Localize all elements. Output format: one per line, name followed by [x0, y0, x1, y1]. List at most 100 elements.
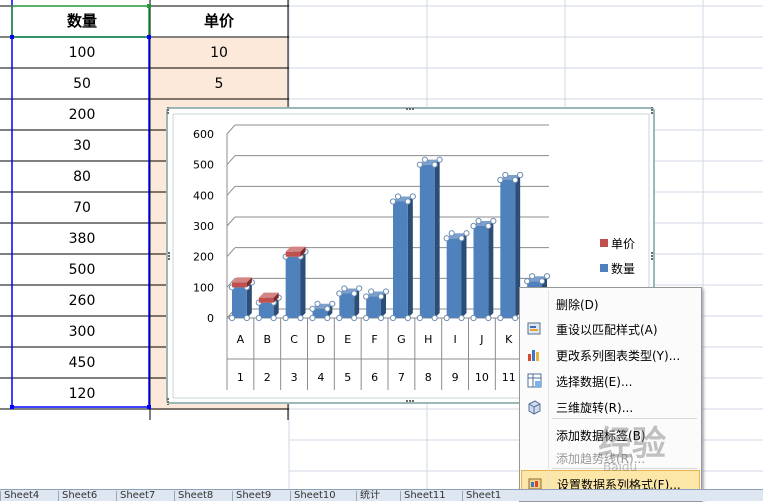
series-selection-handle[interactable]: [524, 278, 531, 285]
series-selection-handle[interactable]: [336, 314, 343, 322]
series-selection-handle[interactable]: [416, 314, 423, 322]
bar[interactable]: [473, 221, 494, 318]
resize-handle[interactable]: [406, 108, 414, 110]
menu-item-label: 更改系列图表类型(Y)...: [556, 349, 681, 363]
series-selection-handle[interactable]: [363, 314, 370, 322]
series-selection-handle[interactable]: [243, 314, 250, 322]
series-selection-handle[interactable]: [421, 156, 428, 163]
y-tick-label: 0: [207, 312, 214, 325]
series-selection-handle[interactable]: [470, 222, 477, 230]
legend-swatch-price: [600, 239, 608, 247]
x-category-label: J: [479, 333, 483, 346]
series-selection-handle[interactable]: [490, 217, 497, 225]
quantity-cell[interactable]: 200: [14, 100, 150, 131]
quantity-cell[interactable]: 30: [14, 131, 150, 162]
series-selection-handle[interactable]: [282, 314, 289, 322]
series-selection-handle[interactable]: [475, 217, 482, 225]
series-selection-handle[interactable]: [409, 193, 416, 200]
series-selection-handle[interactable]: [336, 290, 343, 297]
series-selection-handle[interactable]: [431, 314, 438, 322]
rotate-3d-icon: [526, 398, 543, 415]
series-selection-handle[interactable]: [497, 176, 504, 184]
series-selection-handle[interactable]: [404, 198, 411, 205]
legend-label-price: 单价: [611, 237, 635, 251]
menu-gutter-line: [548, 290, 549, 497]
quantity-cell[interactable]: 100: [14, 38, 150, 69]
series-selection-handle[interactable]: [448, 230, 455, 237]
quantity-cell[interactable]: 450: [14, 348, 150, 379]
x-subcategory-label: 4: [317, 371, 324, 384]
series-selection-handle[interactable]: [470, 314, 477, 322]
quantity-cell[interactable]: 120: [14, 379, 150, 410]
series-selection-handle[interactable]: [538, 278, 546, 285]
series-selection-handle[interactable]: [377, 314, 385, 322]
series-selection-handle[interactable]: [517, 171, 524, 179]
x-category-label: K: [505, 333, 513, 346]
series-selection-handle[interactable]: [502, 171, 509, 179]
series-selection-handle[interactable]: [351, 314, 358, 322]
bar[interactable]: [285, 251, 306, 318]
series-selection-handle[interactable]: [512, 176, 519, 184]
series-selection-handle[interactable]: [309, 314, 316, 322]
series-selection-handle[interactable]: [436, 156, 443, 163]
bar[interactable]: [500, 175, 521, 318]
price-cell[interactable]: 10: [151, 38, 287, 69]
series-selection-handle[interactable]: [458, 314, 465, 322]
series-selection-handle[interactable]: [443, 235, 450, 242]
series-selection-handle[interactable]: [485, 314, 492, 322]
column-header-price[interactable]: 单价: [151, 6, 287, 37]
series-selection-handle[interactable]: [351, 290, 358, 297]
series-selection-handle[interactable]: [404, 314, 411, 322]
series-selection-handle[interactable]: [485, 222, 492, 230]
bar[interactable]: [419, 159, 440, 318]
quantity-cell[interactable]: 380: [14, 224, 150, 255]
series-selection-handle[interactable]: [309, 305, 316, 312]
quantity-cell[interactable]: 300: [14, 317, 150, 348]
series-selection-handle[interactable]: [382, 288, 390, 295]
watermark-brand-text: Baidu: [603, 460, 638, 474]
series-selection-handle[interactable]: [512, 314, 519, 322]
series-selection-handle[interactable]: [270, 314, 277, 322]
resize-handle[interactable]: [406, 400, 414, 402]
series-selection-handle[interactable]: [324, 305, 331, 312]
quantity-cell[interactable]: 500: [14, 255, 150, 286]
legend-label-quantity: 数量: [611, 261, 635, 276]
series-selection-handle[interactable]: [228, 314, 236, 322]
column-header-quantity[interactable]: 数量: [14, 6, 150, 37]
price-cell[interactable]: 5: [151, 69, 287, 100]
series-selection-handle[interactable]: [458, 235, 465, 242]
series-selection-handle[interactable]: [389, 314, 397, 322]
series-selection-handle[interactable]: [341, 285, 348, 292]
series-selection-handle[interactable]: [529, 273, 536, 280]
resize-handle[interactable]: [651, 252, 653, 260]
series-selection-handle[interactable]: [394, 193, 402, 200]
series-selection-handle[interactable]: [431, 161, 438, 168]
quantity-cell[interactable]: 50: [14, 69, 150, 100]
series-selection-handle[interactable]: [363, 293, 370, 300]
series-selection-handle[interactable]: [368, 288, 375, 295]
resize-handle[interactable]: [168, 252, 170, 260]
quantity-cell[interactable]: 80: [14, 162, 150, 193]
bar[interactable]: [393, 196, 413, 318]
x-subcategory-label: 6: [371, 371, 378, 384]
series-selection-handle[interactable]: [297, 314, 304, 322]
x-subcategory-label: 2: [264, 371, 271, 384]
series-selection-handle[interactable]: [329, 300, 336, 307]
series-selection-handle[interactable]: [416, 161, 423, 168]
watermark-brand: Baidu: [603, 460, 637, 474]
x-subcategory-label: 1: [237, 371, 244, 384]
series-selection-handle[interactable]: [377, 293, 385, 300]
bar[interactable]: [446, 233, 467, 318]
series-selection-handle[interactable]: [389, 198, 397, 205]
quantity-cell[interactable]: 70: [14, 193, 150, 224]
series-selection-handle[interactable]: [314, 300, 321, 307]
series-selection-handle[interactable]: [356, 285, 363, 292]
series-selection-handle[interactable]: [255, 314, 262, 322]
quantity-cell[interactable]: 260: [14, 286, 150, 317]
series-selection-handle[interactable]: [543, 273, 551, 280]
series-selection-handle[interactable]: [443, 314, 450, 322]
series-selection-handle[interactable]: [497, 314, 504, 322]
series-selection-handle[interactable]: [324, 314, 331, 322]
series-selection-handle[interactable]: [463, 230, 470, 237]
resize-handle[interactable]: [167, 398, 169, 406]
